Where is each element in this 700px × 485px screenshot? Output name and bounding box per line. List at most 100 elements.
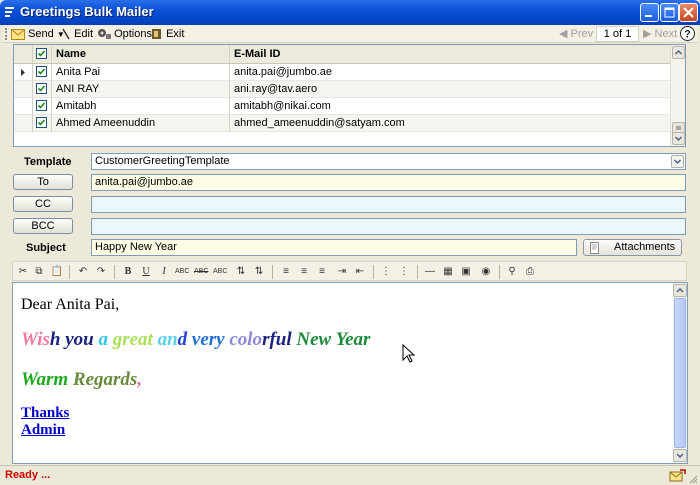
redo-icon[interactable]: ↷ <box>94 265 108 279</box>
wish-segment: rful <box>262 329 297 350</box>
align-right-icon[interactable]: ≡ <box>315 265 329 279</box>
row-checkbox[interactable] <box>36 100 47 111</box>
attachments-button[interactable]: Attachments <box>583 239 682 256</box>
name-cell[interactable]: Amitabh <box>52 98 230 115</box>
row-checkbox-cell[interactable] <box>33 64 52 81</box>
column-header-email[interactable]: E-Mail ID <box>230 45 671 63</box>
select-all-checkbox-cell[interactable] <box>33 45 52 63</box>
template-dropdown-button[interactable] <box>671 155 684 168</box>
prev-button[interactable]: ◀ Prev <box>559 27 593 41</box>
prev-label: Prev <box>570 28 594 40</box>
editor-scroll-up-button[interactable] <box>673 284 687 297</box>
help-button[interactable]: ? <box>680 26 695 41</box>
row-checkbox[interactable] <box>36 66 47 77</box>
find-icon[interactable]: ⚲ <box>505 265 519 279</box>
table-row[interactable]: Ahmed Ameenuddin ahmed_ameenuddin@satyam… <box>14 115 671 132</box>
scroll-up-button[interactable] <box>672 46 685 59</box>
attachment-icon <box>590 242 599 254</box>
maximize-button[interactable] <box>660 3 679 22</box>
email-cell[interactable]: anita.pai@jumbo.ae <box>230 64 671 81</box>
send-button[interactable]: Send ▼ <box>11 27 65 41</box>
cc-field[interactable] <box>91 196 686 213</box>
editor-scrollbar[interactable] <box>673 283 687 463</box>
status-text: Ready ... <box>5 469 51 481</box>
sort-ascending-icon[interactable]: ⇅ <box>234 265 248 279</box>
template-label: Template <box>24 156 72 168</box>
cut-icon[interactable]: ✂ <box>16 265 30 279</box>
mail-status-icon <box>669 469 686 482</box>
edit-button[interactable]: Edit <box>61 27 93 41</box>
close-button[interactable] <box>679 3 698 22</box>
row-checkbox-cell[interactable] <box>33 115 52 132</box>
align-left-icon[interactable]: ≡ <box>279 265 293 279</box>
template-select[interactable]: CustomerGreetingTemplate <box>91 153 686 170</box>
select-all-checkbox[interactable] <box>36 48 47 59</box>
editor-scroll-down-button[interactable] <box>673 449 687 462</box>
exit-button[interactable]: Exit <box>151 27 184 41</box>
microphone-icon[interactable]: ◉ <box>479 265 493 279</box>
bullet-list-icon[interactable]: ⋮ <box>379 265 393 279</box>
outdent-icon[interactable]: ⇤ <box>353 265 367 279</box>
copy-icon[interactable]: ⧉ <box>32 265 46 279</box>
prev-arrow-icon: ◀ <box>559 28 568 40</box>
email-cell[interactable]: amitabh@nikai.com <box>230 98 671 115</box>
table-row[interactable]: Anita Pai anita.pai@jumbo.ae <box>14 64 671 81</box>
bcc-button[interactable]: BCC <box>13 218 73 234</box>
wish-segment: New Year <box>296 329 371 350</box>
column-header-name[interactable]: Name <box>52 45 230 63</box>
font-color-icon[interactable]: ABC <box>213 265 227 279</box>
editor-scroll-thumb[interactable] <box>674 298 686 448</box>
italic-icon[interactable]: I <box>157 265 171 279</box>
image-icon[interactable]: ▣ <box>459 265 473 279</box>
grid-scrollbar[interactable] <box>670 45 685 146</box>
resize-grip[interactable] <box>688 474 698 484</box>
name-cell[interactable]: Ahmed Ameenuddin <box>52 115 230 132</box>
undo-icon[interactable]: ↶ <box>76 265 90 279</box>
subject-field[interactable]: Happy New Year <box>91 239 577 256</box>
numbered-list-icon[interactable]: ⋮ <box>397 265 411 279</box>
row-checkbox-cell[interactable] <box>33 81 52 98</box>
thanks-link[interactable]: Thanks <box>21 405 69 422</box>
toolbar-separator <box>373 265 374 279</box>
message-editor[interactable]: Dear Anita Pai, Wish you a great and ver… <box>12 282 688 464</box>
wish-segment: colo <box>229 329 263 350</box>
next-label: Next <box>654 28 678 40</box>
strikethrough-icon[interactable]: ABC <box>194 265 208 279</box>
row-checkbox[interactable] <box>36 83 47 94</box>
bcc-field[interactable] <box>91 218 686 235</box>
to-field[interactable]: anita.pai@jumbo.ae <box>91 174 686 191</box>
options-button[interactable]: Options <box>97 27 152 41</box>
underline-icon[interactable]: U <box>139 265 153 279</box>
row-checkbox-cell[interactable] <box>33 98 52 115</box>
admin-link[interactable]: Admin <box>21 422 65 439</box>
table-icon[interactable]: ▦ <box>441 265 455 279</box>
name-cell[interactable]: Anita Pai <box>52 64 230 81</box>
align-center-icon[interactable]: ≡ <box>297 265 311 279</box>
cc-button[interactable]: CC <box>13 196 73 212</box>
chevron-down-icon <box>673 159 682 165</box>
bold-icon[interactable]: B <box>121 265 135 279</box>
row-checkbox[interactable] <box>36 117 47 128</box>
font-case-icon[interactable]: ABC <box>175 265 189 279</box>
indent-icon[interactable]: ⇥ <box>335 265 349 279</box>
to-button[interactable]: To <box>13 174 73 190</box>
minimize-button[interactable] <box>640 3 659 22</box>
table-row[interactable]: ANI RAY ani.ray@tav.aero <box>14 81 671 98</box>
table-row[interactable]: Amitabh amitabh@nikai.com <box>14 98 671 115</box>
email-cell[interactable]: ahmed_ameenuddin@satyam.com <box>230 115 671 132</box>
next-button[interactable]: ▶ Next <box>643 27 677 41</box>
status-bar: Ready ... <box>0 465 700 485</box>
scroll-down-button[interactable] <box>672 132 685 145</box>
toolbar-separator <box>114 265 115 279</box>
sort-descending-icon[interactable]: ⇅ <box>252 265 266 279</box>
page-count: 1 of 1 <box>596 26 639 42</box>
chevron-up-icon <box>676 287 684 293</box>
envelope-icon <box>11 28 25 40</box>
email-cell[interactable]: ani.ray@tav.aero <box>230 81 671 98</box>
name-cell[interactable]: ANI RAY <box>52 81 230 98</box>
print-icon[interactable]: ⎙ <box>523 265 537 279</box>
row-indicator <box>14 115 33 132</box>
paste-icon[interactable]: 📋 <box>50 265 64 279</box>
horizontal-rule-icon[interactable]: — <box>423 265 437 279</box>
wish-segment: an <box>157 329 178 350</box>
